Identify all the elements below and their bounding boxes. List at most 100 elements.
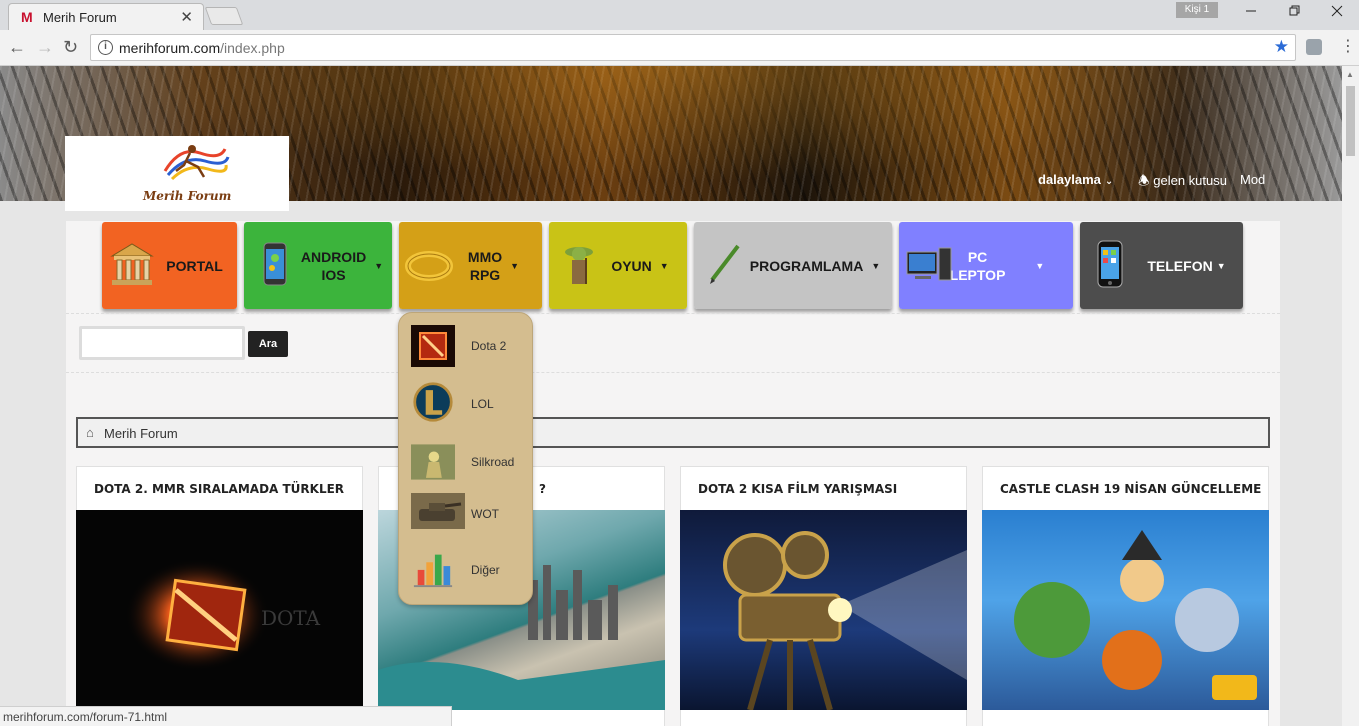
browser-toolbar: ← → ↻ i merihforum.com/index.php ★ ⋮ <box>0 30 1359 66</box>
minimize-button[interactable] <box>1236 4 1266 24</box>
building-icon <box>110 243 154 285</box>
bar-chart-icon <box>413 554 453 588</box>
caret-down-icon: ▼ <box>871 260 881 271</box>
card-image[interactable] <box>680 510 967 710</box>
dropdown-label: Dota 2 <box>471 339 507 353</box>
nav-label: OYUN <box>611 257 652 274</box>
yoda-icon <box>565 247 593 284</box>
browser-menu-icon[interactable]: ⋮ <box>1340 36 1356 56</box>
castle-clash-art-icon <box>1014 530 1257 700</box>
nav-programlama[interactable]: PROGRAMLAMA ▼ <box>694 222 892 309</box>
news-card[interactable]: DOTA 2. MMR SIRALAMADA TÜRKLER DOTA <box>76 466 363 726</box>
restore-button[interactable] <box>1280 4 1310 24</box>
tab-title: Merih Forum <box>43 10 117 25</box>
dropdown-item-dota2[interactable]: Dota 2 <box>399 321 534 371</box>
nav-portal[interactable]: PORTAL <box>102 222 237 309</box>
card-image[interactable]: DOTA <box>76 510 363 710</box>
bell-icon: 🕭 <box>1138 173 1150 188</box>
mmo-rpg-dropdown: Dota 2 LOL Silkroad WOT Diğer <box>398 312 533 605</box>
dropdown-item-lol[interactable]: LOL <box>399 379 534 429</box>
tank-icon <box>411 493 465 529</box>
page-scrollbar[interactable]: ▲ <box>1342 66 1359 726</box>
site-logo[interactable]: Merih Forum <box>65 136 289 211</box>
runner-logo-icon <box>163 145 230 181</box>
close-window-button[interactable] <box>1322 4 1352 24</box>
address-bar[interactable]: i merihforum.com/index.php ★ <box>90 34 1296 61</box>
caret-down-icon: ▼ <box>1216 260 1226 271</box>
ring-icon <box>405 251 453 281</box>
main-container: PORTAL ANDROID IOS ▼ MMO RPG ▼ OYUN ▼ PR… <box>66 221 1280 726</box>
scroll-thumb[interactable] <box>1346 86 1355 156</box>
close-window-icon <box>1331 5 1343 17</box>
dropdown-label: WOT <box>471 507 499 521</box>
browser-titlebar: M Merih Forum ✕ Kişi 1 <box>0 0 1359 30</box>
dropdown-label: LOL <box>471 397 494 411</box>
card-image[interactable] <box>982 510 1269 710</box>
new-tab-button[interactable] <box>204 7 244 25</box>
news-card[interactable]: DOTA 2 KISA FİLM YARIŞMASI <box>680 466 967 726</box>
lol-icon <box>413 382 453 422</box>
status-bar: merihforum.com/forum-71.html <box>0 706 452 726</box>
nav-label: PROGRAMLAMA <box>749 257 864 274</box>
nav-label: TELEFON <box>1147 257 1213 274</box>
caret-down-icon: ▼ <box>1035 260 1045 271</box>
nav-telefon[interactable]: TELEFON ▼ <box>1080 222 1243 309</box>
chevron-down-icon: ⌄ <box>1104 176 1114 187</box>
forward-arrow-icon[interactable]: → <box>36 37 54 58</box>
extension-icon[interactable] <box>1306 39 1322 55</box>
browser-tab[interactable]: M Merih Forum ✕ <box>8 3 204 30</box>
iphone-icon <box>1097 240 1123 288</box>
dropdown-item-silkroad[interactable]: Silkroad <box>399 437 534 487</box>
nav-label: ANDROID IOS <box>300 248 367 283</box>
pencil-icon <box>710 244 740 284</box>
user-menu[interactable]: dalaylama ⌄ <box>1038 172 1113 187</box>
card-title[interactable]: CASTLE CLASH 19 NİSAN GÜNCELLEME <box>1000 482 1261 496</box>
bookmark-star-icon[interactable]: ★ <box>1274 37 1289 57</box>
dropdown-item-diger[interactable]: Diğer <box>399 545 534 595</box>
card-title[interactable]: DOTA 2 KISA FİLM YARIŞMASI <box>698 482 897 496</box>
restore-icon <box>1289 5 1300 16</box>
url-domain: merihforum.com <box>119 40 221 56</box>
card-title[interactable]: DOTA 2. MMR SIRALAMADA TÜRKLER <box>94 482 344 496</box>
nav-label: PC LEPTOP <box>949 248 1006 283</box>
nav-pc-leptop[interactable]: PC LEPTOP ▼ <box>899 222 1073 309</box>
reload-icon[interactable]: ↻ <box>63 37 78 58</box>
profile-button[interactable]: Kişi 1 <box>1176 2 1218 18</box>
nav-label: MMO RPG <box>467 248 503 283</box>
search-input[interactable] <box>79 326 245 360</box>
silkroad-icon <box>411 444 455 480</box>
url-path: /index.php <box>220 40 285 56</box>
nav-android-ios[interactable]: ANDROID IOS ▼ <box>244 222 392 309</box>
dropdown-label: Diğer <box>471 563 500 577</box>
logo-text: Merih Forum <box>143 189 232 203</box>
user-name: dalaylama <box>1038 172 1101 187</box>
breadcrumb-link[interactable]: Merih Forum <box>104 426 178 441</box>
svg-text:DOTA: DOTA <box>261 606 321 630</box>
caret-down-icon: ▼ <box>510 260 520 271</box>
dropdown-item-wot[interactable]: WOT <box>399 489 534 539</box>
film-projector-icon <box>723 531 967 710</box>
nav-mmo-rpg[interactable]: MMO RPG ▼ <box>399 222 542 309</box>
scroll-up-icon[interactable]: ▲ <box>1346 70 1354 79</box>
dota-fire-logo-icon: DOTA <box>116 545 321 685</box>
merih-favicon-icon: M <box>21 9 33 25</box>
home-icon[interactable]: ⌂ <box>86 425 94 440</box>
mod-link[interactable]: Mod <box>1240 172 1265 187</box>
search-button[interactable]: Ara <box>248 331 288 357</box>
nav-label: PORTAL <box>166 257 223 274</box>
news-card[interactable]: CASTLE CLASH 19 NİSAN GÜNCELLEME <box>982 466 1269 726</box>
close-tab-icon[interactable]: ✕ <box>180 8 193 26</box>
dota2-icon <box>411 325 455 367</box>
inbox-link[interactable]: 🕭 gelen kutusu <box>1138 172 1227 194</box>
url-text[interactable]: merihforum.com/index.php <box>119 40 285 56</box>
info-icon[interactable]: i <box>98 40 113 55</box>
phone-icon <box>263 242 287 286</box>
back-arrow-icon[interactable]: ← <box>8 37 26 58</box>
nav-bar: PORTAL ANDROID IOS ▼ MMO RPG ▼ OYUN ▼ PR… <box>66 221 1280 313</box>
dropdown-label: Silkroad <box>471 455 515 469</box>
caret-down-icon: ▼ <box>659 260 669 271</box>
nav-oyun[interactable]: OYUN ▼ <box>549 222 687 309</box>
search-area: Ara <box>66 313 1280 373</box>
card-title[interactable]: ? <box>539 482 546 496</box>
page-viewport: Merih Forum dalaylama ⌄ 🕭 gelen kutusu Mo… <box>0 66 1342 726</box>
